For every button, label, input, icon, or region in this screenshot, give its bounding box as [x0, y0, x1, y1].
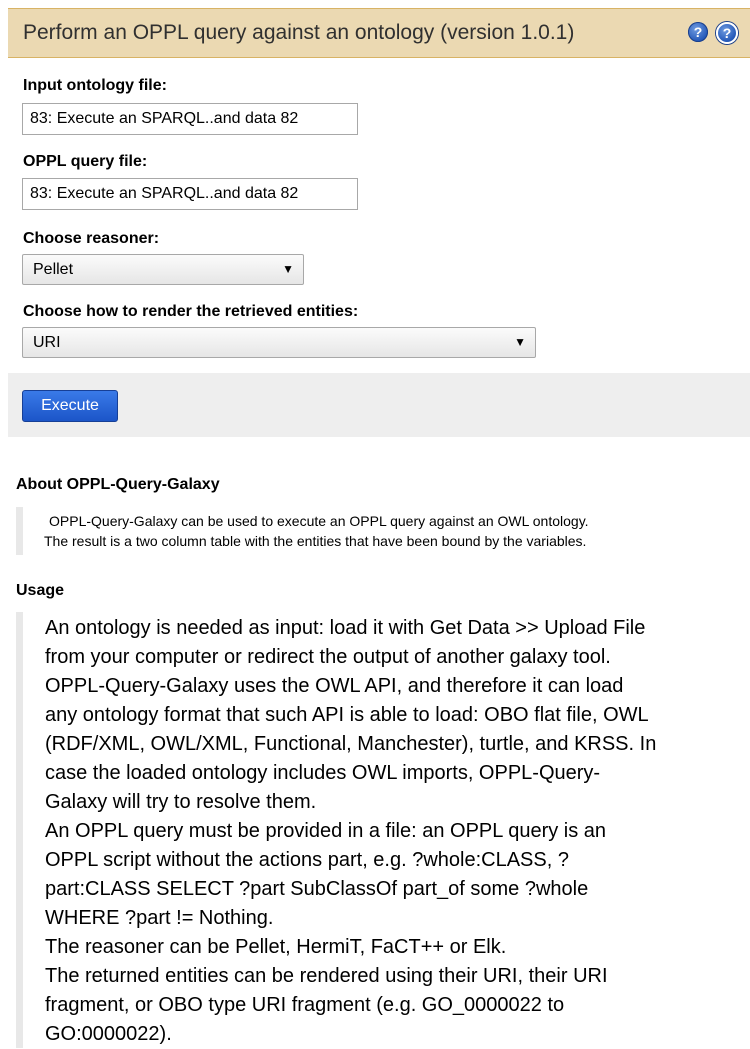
chevron-down-icon: ▼ [514, 335, 526, 349]
reasoner-selected-value: Pellet [33, 261, 74, 278]
chevron-down-icon: ▼ [282, 262, 294, 276]
usage-line: The returned entities can be rendered us… [45, 965, 608, 987]
usage-line: WHERE ?part != Nothing. [45, 907, 274, 929]
render-label: Choose how to render the retrieved entit… [23, 303, 359, 320]
help-icon[interactable]: ? [688, 22, 708, 42]
action-area: Execute [8, 373, 750, 437]
usage-line: from your computer or redirect the outpu… [45, 646, 611, 668]
tool-header: Perform an OPPL query against an ontolog… [8, 8, 750, 58]
info-help-icon[interactable]: ? [716, 22, 738, 44]
reasoner-label: Choose reasoner: [23, 230, 160, 247]
about-text: OPPL-Query-Galaxy can be used to execute… [44, 511, 589, 551]
usage-heading: Usage [16, 582, 65, 599]
about-line: The result is a two column table with th… [44, 533, 587, 549]
input-ontology-label: Input ontology file: [23, 77, 167, 94]
usage-line: An OPPL query must be provided in a file… [45, 820, 607, 842]
usage-line: fragment, or OBO type URI fragment (e.g.… [45, 994, 565, 1016]
usage-text: An ontology is needed as input: load it … [45, 614, 750, 1049]
about-line: OPPL-Query-Galaxy can be used to execute… [49, 513, 589, 529]
usage-line: any ontology format that such API is abl… [45, 704, 649, 726]
usage-line: GO:0000022). [45, 1023, 172, 1045]
usage-line: The reasoner can be Pellet, HermiT, FaCT… [45, 936, 507, 958]
usage-line: OPPL-Query-Galaxy uses the OWL API, and … [45, 675, 624, 697]
render-select[interactable]: URI ▼ [22, 327, 536, 358]
oppl-query-field[interactable]: 83: Execute an SPARQL..and data 82 [22, 178, 358, 210]
render-selected-value: URI [33, 334, 61, 351]
about-heading: About OPPL-Query-Galaxy [16, 476, 220, 493]
reasoner-select[interactable]: Pellet ▼ [22, 254, 304, 285]
usage-line: Galaxy will try to resolve them. [45, 791, 317, 813]
execute-button[interactable]: Execute [22, 390, 118, 422]
usage-line: case the loaded ontology includes OWL im… [45, 762, 601, 784]
usage-line: (RDF/XML, OWL/XML, Functional, Mancheste… [45, 733, 657, 755]
input-ontology-field[interactable]: 83: Execute an SPARQL..and data 82 [22, 103, 358, 135]
usage-line: OPPL script without the actions part, e.… [45, 849, 569, 871]
tool-title: Perform an OPPL query against an ontolog… [23, 21, 575, 44]
usage-line: part:CLASS SELECT ?part SubClassOf part_… [45, 878, 589, 900]
usage-line: An ontology is needed as input: load it … [45, 617, 646, 639]
oppl-query-label: OPPL query file: [23, 153, 148, 170]
